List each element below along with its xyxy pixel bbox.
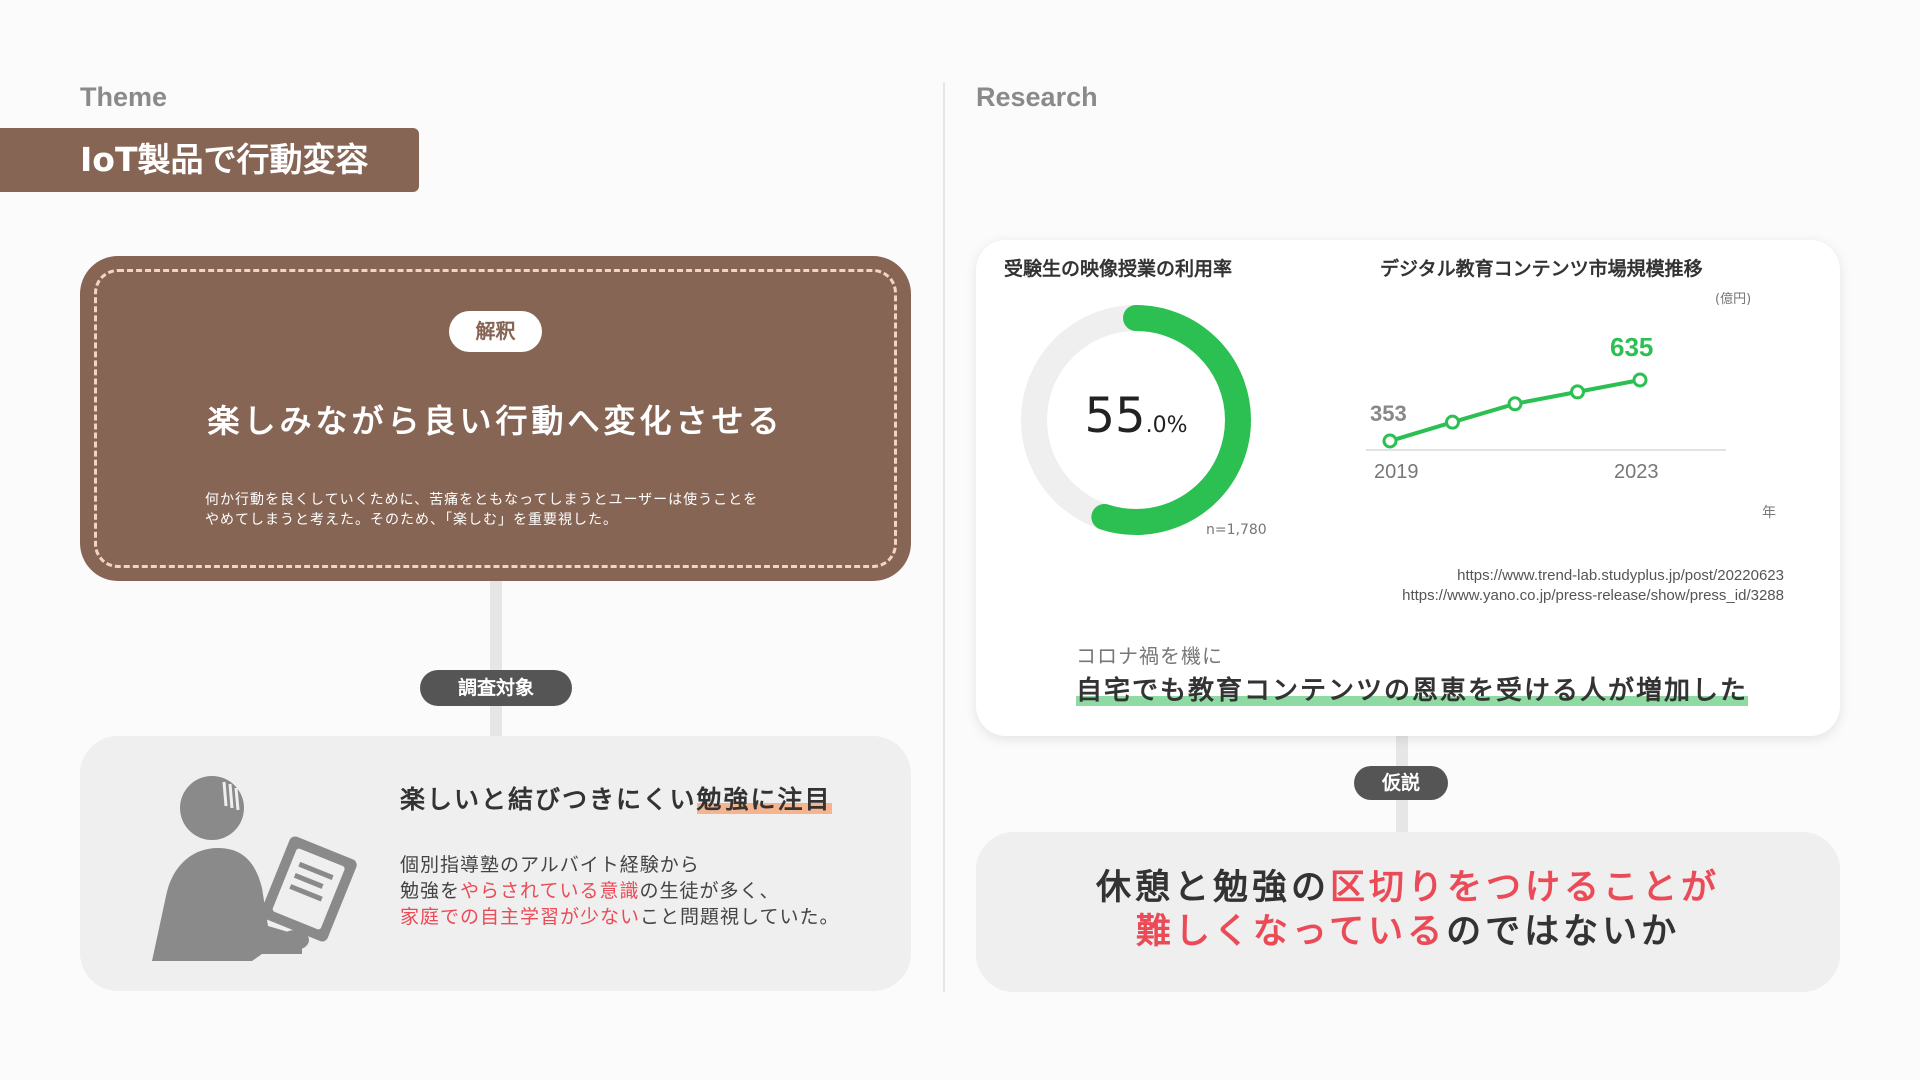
column-divider	[943, 82, 945, 992]
survey-line-2-tail: の生徒が多く、	[639, 880, 780, 902]
research-lead: コロナ禍を機に	[1076, 644, 1223, 668]
hypothesis-text: 休憩と勉強の区切りをつけることが 難しくなっているのではないか	[976, 866, 1840, 954]
research-conclusion-text: 自宅でも教育コンテンツの恩恵を受ける人が増加した	[1076, 676, 1749, 706]
hypothesis-line-1-emphasis: 区切りをつけることが	[1330, 868, 1721, 908]
sources: https://www.trend-lab.studyplus.jp/post/…	[1402, 566, 1784, 606]
line-chart-unit: (億円)	[1715, 292, 1752, 307]
theme-section-label: Theme	[80, 82, 168, 112]
line-chart-title: デジタル教育コンテンツ市場規模推移	[1380, 258, 1703, 280]
survey-badge: 調査対象	[420, 670, 572, 706]
line-point	[1570, 384, 1585, 400]
hypothesis-line-1: 休憩と勉強の区切りをつけることが	[976, 866, 1840, 910]
left-connector	[490, 580, 502, 738]
survey-line-2-emphasis: やらされている意識	[460, 880, 640, 902]
source-link-1[interactable]: https://www.trend-lab.studyplus.jp/post/…	[1402, 566, 1784, 586]
survey-heading: 楽しいと結びつきにくい勉強に注目	[400, 780, 832, 816]
hypothesis-line-2-text: のではないか	[1446, 912, 1681, 952]
person-studying-icon	[152, 776, 357, 961]
last-value-label: 635	[1610, 332, 1653, 362]
first-value-label: 353	[1370, 401, 1407, 426]
line-point	[1445, 414, 1460, 430]
donut-sample-size: n=1,780	[1206, 522, 1267, 538]
line-point	[1382, 433, 1398, 449]
research-conclusion: 自宅でも教育コンテンツの恩恵を受ける人が増加した	[1076, 670, 1749, 707]
survey-line-2: 勉強をやらされている意識の生徒が多く、	[400, 878, 900, 904]
research-card: 受験生の映像授業の利用率 55.0% n=1,780 デジタル教育コンテンツ市場…	[976, 240, 1840, 736]
line-chart: 353 635 2019 2023	[1366, 332, 1726, 483]
interpretation-body-line-1: 何か行動を良くしていくために、苦痛をともなってしまうとユーザーは使うことを	[205, 492, 759, 508]
hypothesis-badge: 仮説	[1354, 766, 1448, 800]
source-link-2[interactable]: https://www.yano.co.jp/press-release/sho…	[1402, 586, 1784, 606]
interpretation-badge: 解釈	[449, 311, 542, 352]
hypothesis-line-1-text: 休憩と勉強の	[1095, 868, 1330, 908]
line-point	[1507, 396, 1523, 412]
interpretation-body-line-2: やめてしまうと考えた。そのため、「楽しむ」を重要視した。	[205, 512, 618, 528]
survey-line-3: 家庭での自主学習が少ないこと問題視していた。	[400, 904, 900, 930]
x-first-label: 2019	[1374, 461, 1419, 483]
survey-line-3-emphasis: 家庭での自主学習が少ない	[400, 906, 641, 928]
x-last-label: 2023	[1614, 461, 1659, 483]
line-point	[1632, 372, 1648, 388]
survey-heading-highlight: 勉強に注目	[696, 785, 832, 814]
survey-body: 個別指導塾のアルバイト経験から 勉強をやらされている意識の生徒が多く、 家庭での…	[400, 852, 900, 930]
line-chart-x-unit: 年	[1762, 505, 1776, 521]
donut-chart: 55.0%	[1020, 304, 1252, 536]
donut-value: 55.0%	[1020, 388, 1252, 444]
hypothesis-card: 休憩と勉強の区切りをつけることが 難しくなっているのではないか	[976, 832, 1840, 992]
theme-title: IoT製品で行動変容	[0, 128, 419, 192]
interpretation-card: 解釈 楽しみながら良い行動へ変化させる 何か行動を良くしていくために、苦痛をとも…	[80, 256, 911, 581]
donut-value-int: 55	[1084, 388, 1146, 444]
hypothesis-line-2: 難しくなっているのではないか	[976, 910, 1840, 954]
donut-chart-title: 受験生の映像授業の利用率	[1004, 258, 1233, 280]
survey-heading-text: 楽しいと結びつきにくい	[400, 785, 697, 814]
interpretation-body: 何か行動を良くしていくために、苦痛をともなってしまうとユーザーは使うことを やめ…	[205, 490, 825, 530]
survey-card: 楽しいと結びつきにくい勉強に注目 個別指導塾のアルバイト経験から 勉強をやらされ…	[80, 736, 911, 991]
research-section-label: Research	[976, 82, 1098, 112]
interpretation-heading: 楽しみながら良い行動へ変化させる	[207, 402, 784, 440]
survey-line-3-tail: こと問題視していた。	[640, 906, 840, 928]
survey-line-1: 個別指導塾のアルバイト経験から	[400, 854, 700, 876]
hypothesis-line-2-emphasis: 難しくなっている	[1135, 912, 1447, 952]
donut-value-dec: .0%	[1145, 413, 1188, 438]
survey-line-2-text: 勉強を	[400, 880, 461, 902]
